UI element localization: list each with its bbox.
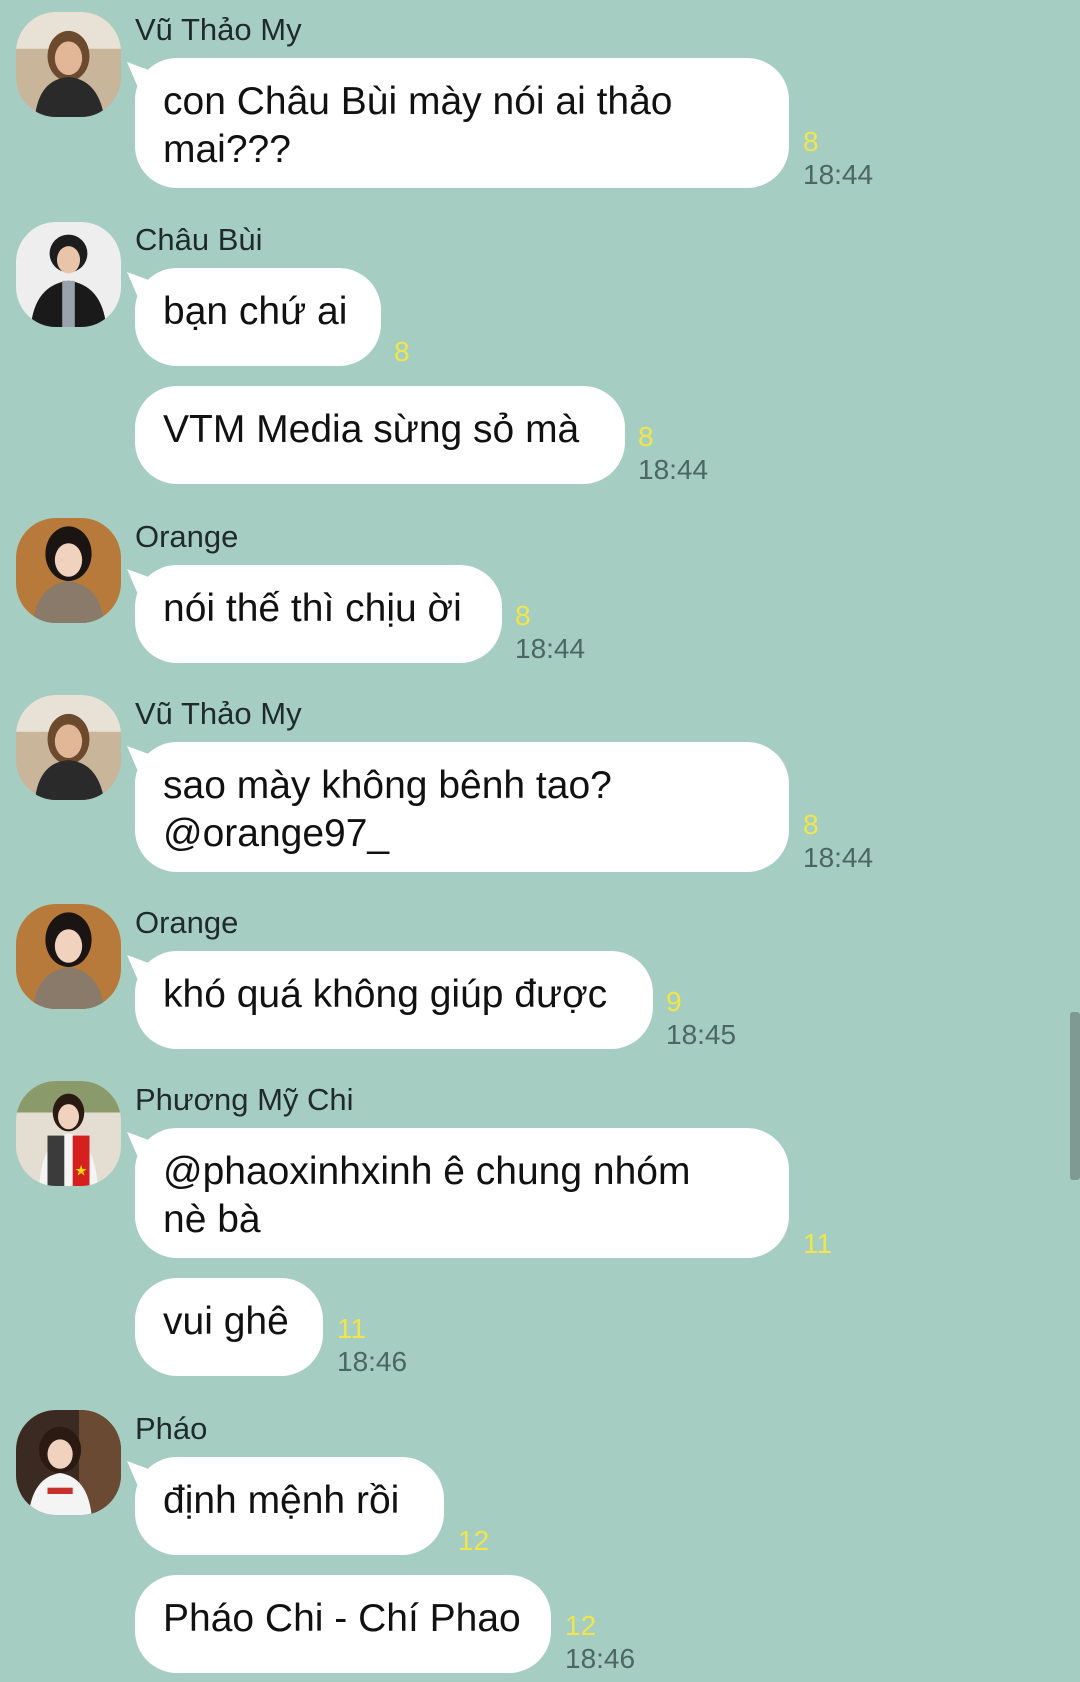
message-bubble[interactable]: Pháo Chi - Chí Phao: [135, 1575, 551, 1673]
avatar-orange[interactable]: [16, 518, 121, 623]
message-bubble[interactable]: khó quá không giúp được: [135, 951, 653, 1049]
sender-name: Orange: [135, 519, 239, 554]
avatar-chau-bui[interactable]: [16, 222, 121, 327]
timestamp: 18:46: [565, 1643, 636, 1674]
read-count: 9: [666, 986, 682, 1017]
message-bubble[interactable]: bạn chứ ai: [135, 268, 381, 366]
avatar-vu-thao-my[interactable]: [16, 12, 121, 117]
timestamp: 18:44: [803, 842, 874, 873]
read-count: 8: [803, 809, 819, 840]
timestamp: 18:45: [666, 1019, 737, 1050]
svg-text:★: ★: [75, 1164, 88, 1180]
read-count: 11: [803, 1228, 833, 1259]
sender-name: Phương Mỹ Chi: [135, 1082, 354, 1117]
message-bubble[interactable]: vui ghê: [135, 1278, 323, 1376]
sender-name: Orange: [135, 905, 239, 940]
avatar-phao[interactable]: [16, 1410, 121, 1515]
read-count: 12: [458, 1525, 490, 1556]
avatar-vu-thao-my[interactable]: [16, 695, 121, 800]
read-count: 12: [565, 1610, 597, 1641]
read-count: 11: [337, 1313, 367, 1344]
scrollbar[interactable]: [1070, 1012, 1080, 1180]
message-bubble[interactable]: định mệnh rồi: [135, 1457, 444, 1555]
avatar-phuong-my-chi[interactable]: ★: [16, 1081, 121, 1186]
sender-name: Vũ Thảo My: [135, 696, 302, 731]
timestamp: 18:46: [337, 1346, 408, 1377]
message-bubble[interactable]: con Châu Bùi mày nói ai thảo mai???: [135, 58, 789, 188]
read-count: 8: [638, 421, 654, 452]
timestamp: 18:44: [515, 633, 586, 664]
timestamp: 18:44: [638, 454, 709, 485]
message-bubble[interactable]: sao mày không bênh tao? @orange97_: [135, 742, 789, 872]
sender-name: Vũ Thảo My: [135, 12, 302, 47]
sender-name: Châu Bùi: [135, 222, 263, 257]
message-bubble[interactable]: @phaoxinhxinh ê chung nhóm nè bà: [135, 1128, 789, 1258]
message-bubble[interactable]: nói thế thì chịu ời: [135, 565, 502, 663]
timestamp: 18:44: [803, 159, 874, 190]
read-count: 8: [803, 126, 819, 157]
avatar-orange[interactable]: [16, 904, 121, 1009]
sender-name: Pháo: [135, 1411, 208, 1446]
read-count: 8: [515, 600, 531, 631]
message-bubble[interactable]: VTM Media sừng sỏ mà: [135, 386, 625, 484]
read-count: 8: [394, 336, 410, 367]
